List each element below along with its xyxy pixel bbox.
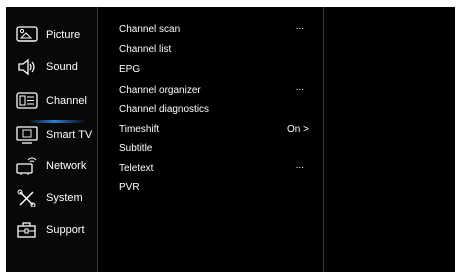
tv-settings-screen: Picture Sound Channel Smart TV Network S… (6, 7, 455, 272)
toolbox-icon (16, 221, 38, 239)
menu-item-subtitle[interactable]: Subtitle (119, 140, 309, 158)
menu-divider (323, 7, 324, 272)
sidebar-item-label: Smart TV (46, 129, 93, 141)
menu-item-channel-organizer[interactable]: Channel organizer ... (119, 82, 309, 100)
picture-icon (16, 26, 38, 44)
menu-item-timeshift[interactable]: Timeshift On > (119, 121, 309, 139)
settings-sidebar: Picture Sound Channel Smart TV Network S… (6, 7, 97, 272)
menu-item-label: Teletext (119, 163, 154, 174)
menu-item-label: Channel list (119, 44, 172, 55)
menu-item-label: PVR (119, 182, 140, 193)
sidebar-item-network[interactable]: Network (6, 152, 97, 182)
sidebar-item-label: Support (46, 224, 85, 236)
more-options-indicator: ... (295, 21, 304, 32)
speaker-icon (16, 58, 38, 76)
tv-icon (16, 126, 38, 144)
menu-item-epg[interactable]: EPG (119, 61, 309, 79)
tools-icon (16, 189, 38, 207)
channel-icon (16, 92, 38, 110)
menu-item-label: EPG (119, 64, 141, 75)
sidebar-item-label: Network (46, 160, 87, 172)
timeshift-value: On > (287, 124, 309, 135)
sidebar-item-label: Channel (46, 95, 87, 107)
more-options-indicator: ... (295, 82, 304, 93)
menu-item-pvr[interactable]: PVR (119, 179, 309, 197)
sidebar-item-label: Sound (46, 61, 78, 73)
menu-item-channel-list[interactable]: Channel list (119, 41, 309, 59)
more-options-indicator: ... (295, 160, 304, 171)
network-icon (16, 157, 38, 175)
sidebar-item-smart-tv[interactable]: Smart TV (6, 121, 97, 151)
menu-item-channel-scan[interactable]: Channel scan ... (119, 21, 309, 39)
sidebar-item-label: System (46, 192, 83, 204)
sidebar-item-label: Picture (46, 29, 81, 41)
sidebar-item-system[interactable]: System (6, 184, 97, 214)
menu-item-label: Channel organizer (119, 85, 201, 96)
menu-item-label: Timeshift (119, 124, 160, 135)
sidebar-item-support[interactable]: Support (6, 216, 97, 246)
sidebar-item-channel[interactable]: Channel (6, 87, 97, 117)
menu-item-label: Channel scan (119, 24, 181, 35)
sidebar-divider (97, 7, 98, 272)
sidebar-item-picture[interactable]: Picture (6, 21, 97, 51)
menu-item-channel-diagnostics[interactable]: Channel diagnostics (119, 101, 309, 119)
menu-item-label: Subtitle (119, 143, 153, 154)
menu-item-label: Channel diagnostics (119, 104, 210, 115)
sidebar-item-sound[interactable]: Sound (6, 53, 97, 83)
menu-item-teletext[interactable]: Teletext ... (119, 160, 309, 178)
